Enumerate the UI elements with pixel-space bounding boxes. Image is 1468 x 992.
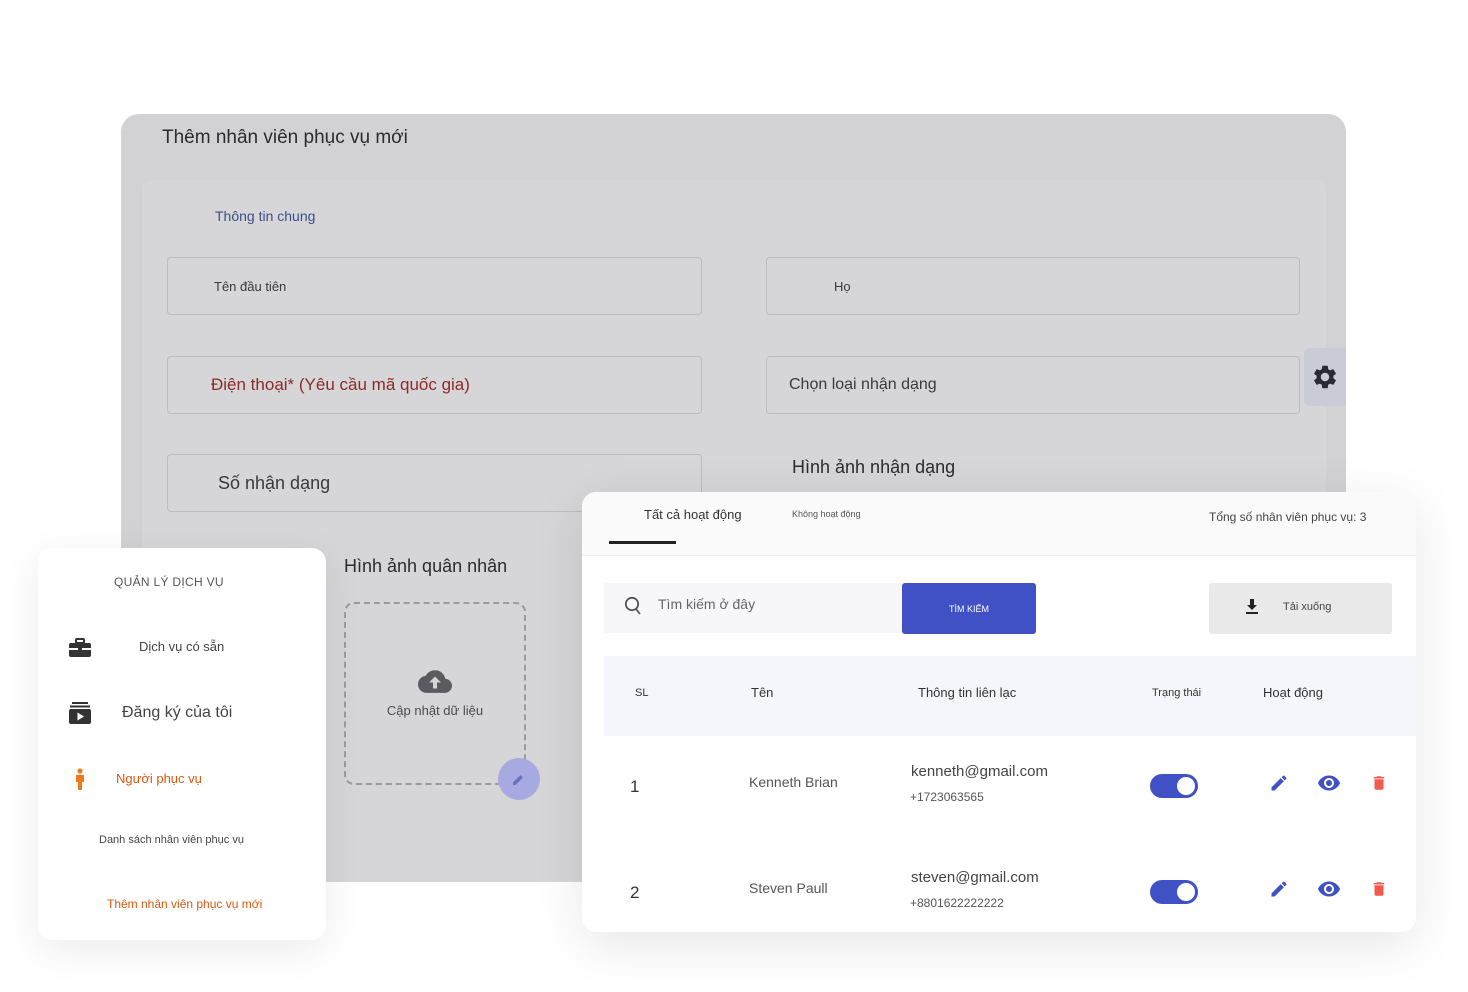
view-button[interactable] <box>1317 877 1341 901</box>
toggle-knob <box>1177 883 1195 901</box>
tab-inactive[interactable]: Không hoạt động <box>792 509 861 519</box>
status-toggle[interactable] <box>1150 880 1198 904</box>
pencil-icon <box>513 775 523 785</box>
table-row: 1 Kenneth Brian kenneth@gmail.com +17230… <box>604 736 1416 840</box>
row-phone: +8801622222222 <box>910 896 1004 910</box>
trash-icon <box>1373 882 1385 896</box>
sidebar-item-label: Đăng ký của tôi <box>122 704 233 721</box>
search-bar <box>604 583 902 633</box>
delete-button[interactable] <box>1367 771 1391 795</box>
column-header-sl: SL <box>635 687 649 699</box>
trash-icon <box>1373 776 1385 790</box>
staff-table-card: Tất cả hoạt động Không hoạt động Tổng số… <box>582 492 1416 932</box>
eye-icon <box>1318 881 1340 897</box>
phone-field[interactable]: Điện thoại* (Yêu cầu mã quốc gia) <box>167 356 702 414</box>
first-name-placeholder: Tên đầu tiên <box>214 278 287 294</box>
column-header-actions: Hoạt động <box>1263 685 1323 700</box>
cloud-upload-icon <box>418 670 452 693</box>
sidebar-subitem-add-staff[interactable]: Thêm nhân viên phục vụ mới <box>107 897 262 911</box>
download-icon <box>1245 599 1259 618</box>
pencil-icon <box>1271 775 1287 791</box>
edit-button[interactable] <box>1267 771 1291 795</box>
table-header: SL Tên Thông tin liên lạc Trạng thái Hoạ… <box>604 656 1416 736</box>
settings-button[interactable] <box>1304 348 1346 406</box>
search-button[interactable]: TÌM KIẾM <box>902 583 1036 634</box>
service-sidebar: QUẢN LÝ DỊCH VỤ Dịch vụ có sẵn Đăng ký c… <box>38 548 326 940</box>
sidebar-item-label: Dịch vụ có sẵn <box>139 639 225 654</box>
status-toggle[interactable] <box>1150 774 1198 798</box>
id-image-title: Hình ảnh nhận dạng <box>792 457 956 477</box>
image-upload-dropzone[interactable]: Cập nhật dữ liệu <box>344 602 526 785</box>
table-row: 2 Steven Paull steven@gmail.com +8801622… <box>604 842 1416 932</box>
row-email: kenneth@gmail.com <box>911 763 1048 780</box>
search-icon <box>624 596 642 621</box>
download-button[interactable]: Tải xuống <box>1209 583 1392 634</box>
upload-label: Cập nhật dữ liệu <box>386 703 484 718</box>
soldier-image-title: Hình ảnh quân nhân <box>344 556 508 576</box>
view-button[interactable] <box>1317 771 1341 795</box>
id-type-placeholder: Chọn loại nhận dạng <box>789 376 937 393</box>
tab-all-active[interactable]: Tất cả hoạt động <box>644 507 742 522</box>
briefcase-icon <box>68 636 92 660</box>
toggle-knob <box>1177 777 1195 795</box>
eye-icon <box>1318 775 1340 791</box>
row-phone: +1723063565 <box>910 790 984 804</box>
row-name: Steven Paull <box>749 880 828 896</box>
first-name-field[interactable]: Tên đầu tiên <box>167 257 702 315</box>
sidebar-subitem-staff-list[interactable]: Danh sách nhân viên phục vụ <box>99 834 244 846</box>
download-label: Tải xuống <box>1283 601 1332 613</box>
column-header-contact: Thông tin liên lạc <box>918 685 1017 700</box>
pencil-icon <box>1271 881 1287 897</box>
person-icon <box>68 767 92 791</box>
row-sl: 1 <box>630 777 640 796</box>
delete-button[interactable] <box>1367 877 1391 901</box>
row-email: steven@gmail.com <box>911 869 1039 886</box>
column-header-status: Trạng thái <box>1152 687 1202 699</box>
edit-button[interactable] <box>1267 877 1291 901</box>
last-name-field[interactable]: Họ <box>766 257 1300 315</box>
section-label-general-info: Thông tin chung <box>215 208 316 224</box>
gear-icon <box>1314 365 1336 389</box>
sidebar-heading: QUẢN LÝ DỊCH VỤ <box>114 575 224 589</box>
status-tabs: Tất cả hoạt động Không hoạt động Tổng số… <box>582 492 1416 556</box>
subscription-icon <box>68 701 92 725</box>
last-name-placeholder: Họ <box>834 278 851 294</box>
phone-placeholder: Điện thoại* (Yêu cầu mã quốc gia) <box>211 375 470 394</box>
row-sl: 2 <box>630 883 640 902</box>
row-name: Kenneth Brian <box>749 774 838 790</box>
id-type-select[interactable]: Chọn loại nhận dạng <box>766 356 1300 414</box>
sidebar-item-label: Người phục vụ <box>116 771 202 786</box>
total-staff-count: Tổng số nhân viên phục vụ: 3 <box>1209 510 1367 524</box>
active-tab-indicator <box>609 541 676 544</box>
id-number-placeholder: Số nhận dạng <box>218 472 331 493</box>
form-title: Thêm nhân viên phục vụ mới <box>162 127 408 148</box>
edit-image-button[interactable] <box>498 758 540 800</box>
search-input[interactable] <box>658 596 888 612</box>
column-header-name: Tên <box>751 685 774 700</box>
